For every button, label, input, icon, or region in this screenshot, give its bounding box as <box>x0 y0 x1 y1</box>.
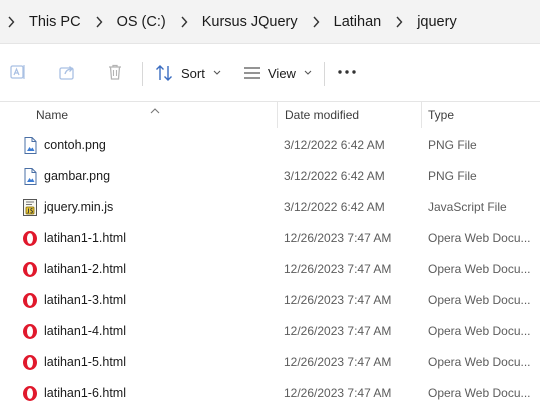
toolbar-divider <box>324 62 325 86</box>
js-file-icon <box>22 199 38 216</box>
opera-icon <box>22 385 38 402</box>
column-header-date[interactable]: Date modified <box>285 108 359 122</box>
file-type: PNG File <box>428 169 477 183</box>
view-label: View <box>268 65 296 81</box>
file-type: Opera Web Docu... <box>428 293 531 307</box>
crumb-this-pc[interactable]: This PC <box>22 14 88 30</box>
file-type: Opera Web Docu... <box>428 262 531 276</box>
file-name[interactable]: latihan1-5.html <box>44 355 126 369</box>
file-row[interactable]: latihan1-3.html 12/26/2023 7:47 AM Opera W… <box>0 285 540 316</box>
crumb-latihan[interactable]: Latihan <box>327 14 389 30</box>
view-icon <box>243 66 261 80</box>
view-button[interactable]: View <box>243 58 312 88</box>
file-row[interactable]: latihan1-4.html 12/26/2023 7:47 AM Opera W… <box>0 316 540 347</box>
chevron-right-icon[interactable] <box>88 16 110 28</box>
file-row[interactable]: contoh.png 3/12/2022 6:42 AM PNG File <box>0 130 540 161</box>
opera-icon <box>22 354 38 371</box>
file-name[interactable]: gambar.png <box>44 169 110 183</box>
opera-icon <box>22 292 38 309</box>
file-list: contoh.png 3/12/2022 6:42 AM PNG File gamb… <box>0 130 540 409</box>
chevron-right-icon[interactable] <box>0 16 22 28</box>
column-header-row: Name Date modified Type <box>0 102 540 128</box>
file-type: Opera Web Docu... <box>428 355 531 369</box>
column-header-type[interactable]: Type <box>428 108 454 122</box>
file-row[interactable]: jquery.min.js 3/12/2022 6:42 AM JavaScript… <box>0 192 540 223</box>
sort-icon <box>155 64 175 82</box>
share-icon[interactable] <box>54 59 80 85</box>
file-date-modified: 12/26/2023 7:47 AM <box>284 386 392 400</box>
file-type: Opera Web Docu... <box>428 231 531 245</box>
sort-label: Sort <box>181 65 205 81</box>
file-date-modified: 12/26/2023 7:47 AM <box>284 324 392 338</box>
file-date-modified: 12/26/2023 7:47 AM <box>284 262 392 276</box>
file-name[interactable]: latihan1-3.html <box>44 293 126 307</box>
opera-icon <box>22 261 38 278</box>
file-name[interactable]: latihan1-6.html <box>44 386 126 400</box>
file-row[interactable]: latihan1-5.html 12/26/2023 7:47 AM Opera W… <box>0 347 540 378</box>
file-row[interactable]: latihan1-6.html 12/26/2023 7:47 AM Opera W… <box>0 378 540 409</box>
sort-ascending-icon <box>150 101 160 119</box>
more-icon[interactable] <box>334 59 360 85</box>
opera-icon <box>22 230 38 247</box>
column-header-name[interactable]: Name <box>36 108 68 122</box>
column-divider[interactable] <box>421 102 422 128</box>
chevron-right-icon[interactable] <box>305 16 327 28</box>
file-date-modified: 12/26/2023 7:47 AM <box>284 355 392 369</box>
crumb-drive[interactable]: OS (C:) <box>110 14 173 30</box>
png-file-icon <box>22 137 38 154</box>
delete-icon[interactable] <box>102 59 128 85</box>
file-row[interactable]: latihan1-2.html 12/26/2023 7:47 AM Opera W… <box>0 254 540 285</box>
file-date-modified: 12/26/2023 7:47 AM <box>284 231 392 245</box>
crumb-kursus[interactable]: Kursus JQuery <box>195 14 305 30</box>
chevron-down-icon <box>304 70 312 76</box>
chevron-right-icon[interactable] <box>388 16 410 28</box>
file-type: PNG File <box>428 138 477 152</box>
file-row[interactable]: latihan1-1.html 12/26/2023 7:47 AM Opera W… <box>0 223 540 254</box>
column-divider[interactable] <box>277 102 278 128</box>
rename-icon[interactable] <box>5 59 31 85</box>
toolbar-divider <box>142 62 143 86</box>
file-date-modified: 3/12/2022 6:42 AM <box>284 169 385 183</box>
sort-button[interactable]: Sort <box>155 58 221 88</box>
file-date-modified: 12/26/2023 7:47 AM <box>284 293 392 307</box>
file-type: Opera Web Docu... <box>428 324 531 338</box>
file-name[interactable]: latihan1-1.html <box>44 231 126 245</box>
file-type: JavaScript File <box>428 200 507 214</box>
opera-icon <box>22 323 38 340</box>
chevron-right-icon[interactable] <box>173 16 195 28</box>
crumb-current-folder[interactable]: jquery <box>410 14 464 30</box>
command-bar: Sort View <box>0 44 540 102</box>
file-name[interactable]: contoh.png <box>44 138 106 152</box>
file-name[interactable]: jquery.min.js <box>44 200 113 214</box>
file-type: Opera Web Docu... <box>428 386 531 400</box>
png-file-icon <box>22 168 38 185</box>
file-name[interactable]: latihan1-4.html <box>44 324 126 338</box>
chevron-down-icon <box>213 70 221 76</box>
file-date-modified: 3/12/2022 6:42 AM <box>284 138 385 152</box>
address-bar[interactable]: This PC OS (C:) Kursus JQuery Latihan jq… <box>0 0 540 44</box>
file-row[interactable]: gambar.png 3/12/2022 6:42 AM PNG File <box>0 161 540 192</box>
file-date-modified: 3/12/2022 6:42 AM <box>284 200 385 214</box>
file-name[interactable]: latihan1-2.html <box>44 262 126 276</box>
